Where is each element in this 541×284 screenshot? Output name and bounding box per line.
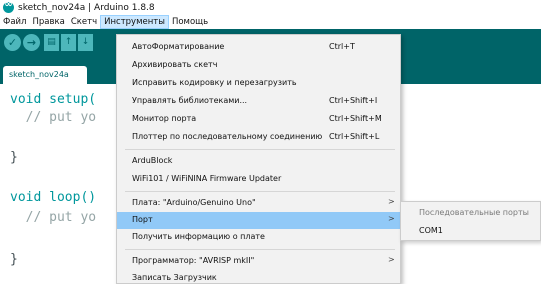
code-line: // put yo — [10, 110, 97, 125]
menu-item-label: Плата: "Arduino/Genuino Uno" — [132, 198, 256, 207]
chevron-right-icon: > — [388, 255, 395, 264]
menu-item-board[interactable]: Плата: "Arduino/Genuino Uno" > — [117, 195, 400, 212]
menu-item-shortcut: Ctrl+Shift+M — [329, 114, 382, 123]
menu-item-label: Плоттер по последовательному соединению — [132, 132, 323, 141]
menu-separator — [125, 249, 395, 250]
submenu-header: Последовательные порты — [401, 204, 540, 222]
tools-menu: АвтоФорматирование Ctrl+T Архивировать с… — [116, 34, 401, 284]
menu-item-serial-plotter[interactable]: Плоттер по последовательному соединению … — [117, 129, 400, 146]
menu-bar: Файл Правка Скетч Инструменты Помощь — [0, 15, 541, 29]
chevron-right-icon: > — [388, 214, 395, 223]
port-item-com1[interactable]: COM1 — [401, 222, 540, 240]
code-line: } — [10, 150, 18, 165]
menu-item-serial-monitor[interactable]: Монитор порта Ctrl+Shift+M — [117, 111, 400, 128]
menu-item-label: Архивировать скетч — [132, 60, 218, 69]
menu-item-board-info[interactable]: Получить информацию о плате — [117, 229, 400, 246]
open-button[interactable]: ↑ — [61, 34, 76, 51]
menu-separator — [125, 191, 395, 192]
title-bar: sketch_nov24a | Arduino 1.8.8 — [0, 0, 541, 15]
menu-item-shortcut: Ctrl+T — [329, 42, 355, 51]
menu-item-burn-bootloader[interactable]: Записать Загрузчик — [117, 270, 400, 284]
menu-sketch[interactable]: Скетч — [68, 15, 100, 29]
submenu-header-label: Последовательные порты — [419, 208, 529, 217]
save-button[interactable]: ↓ — [78, 34, 93, 51]
menu-item-label: Получить информацию о плате — [132, 232, 265, 241]
menu-item-fix-encoding[interactable]: Исправить кодировку и перезагрузить — [117, 75, 400, 92]
menu-item-label: Порт — [132, 215, 153, 224]
menu-item-label: ArduBlock — [132, 156, 173, 165]
menu-item-label: Записать Загрузчик — [132, 273, 217, 282]
arduino-logo-icon — [3, 0, 14, 13]
menu-help[interactable]: Помощь — [169, 15, 211, 29]
code-line: void setup( — [10, 92, 97, 107]
verify-button[interactable]: ✓ — [4, 34, 21, 51]
menu-item-firmware-updater[interactable]: WiFi101 / WiFiNINA Firmware Updater — [117, 171, 400, 188]
code-line: void loop() — [10, 190, 97, 205]
menu-file[interactable]: Файл — [0, 15, 29, 29]
tab-sketch[interactable]: sketch_nov24a — [3, 66, 87, 84]
chevron-right-icon: > — [388, 197, 395, 206]
menu-item-autoformat[interactable]: АвтоФорматирование Ctrl+T — [117, 39, 400, 56]
menu-item-ardublock[interactable]: ArduBlock — [117, 153, 400, 170]
menu-tools[interactable]: Инструменты — [100, 15, 169, 29]
menu-item-archive-sketch[interactable]: Архивировать скетч — [117, 57, 400, 74]
menu-item-label: Исправить кодировку и перезагрузить — [132, 78, 297, 87]
menu-item-label: WiFi101 / WiFiNINA Firmware Updater — [132, 174, 282, 183]
menu-item-port[interactable]: Порт > — [117, 212, 400, 229]
menu-item-label: Управлять библиотеками... — [132, 96, 248, 105]
window-title: sketch_nov24a | Arduino 1.8.8 — [18, 2, 155, 13]
menu-item-shortcut: Ctrl+Shift+L — [329, 132, 380, 141]
menu-separator — [125, 149, 395, 150]
menu-item-shortcut: Ctrl+Shift+I — [329, 96, 378, 105]
port-submenu: Последовательные порты COM1 — [400, 201, 541, 241]
menu-item-label: Программатор: "AVRISP mkII" — [132, 256, 255, 265]
upload-button[interactable]: → — [23, 34, 40, 51]
code-line: // put yo — [10, 210, 97, 225]
menu-item-label: АвтоФорматирование — [132, 42, 225, 51]
new-button[interactable]: ▤ — [44, 34, 59, 51]
menu-item-manage-libraries[interactable]: Управлять библиотеками... Ctrl+Shift+I — [117, 93, 400, 110]
port-label: COM1 — [419, 226, 443, 235]
menu-edit[interactable]: Правка — [29, 15, 67, 29]
menu-item-programmer[interactable]: Программатор: "AVRISP mkII" > — [117, 253, 400, 270]
code-line: } — [10, 252, 18, 267]
menu-item-label: Монитор порта — [132, 114, 197, 123]
